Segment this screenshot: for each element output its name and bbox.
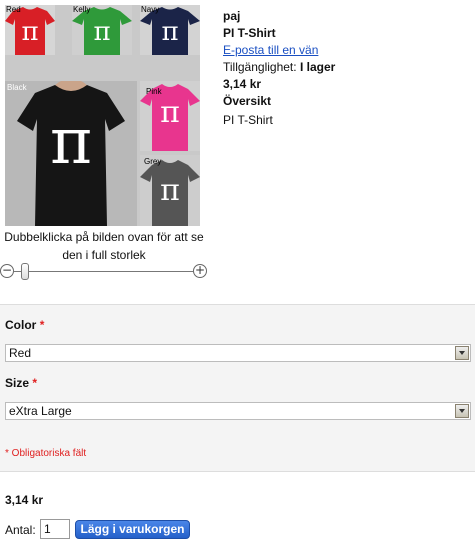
shirt-tile-black: π Black (5, 81, 137, 226)
zoom-out-icon[interactable]: − (0, 264, 14, 278)
tile-label-red: Red (6, 5, 21, 14)
availability: Tillgänglighet: I lager (223, 59, 335, 76)
pi-symbol: π (49, 105, 93, 179)
dropdown-arrow-icon[interactable] (455, 404, 469, 418)
product-name: PI T-Shirt (223, 26, 276, 40)
availability-label: Tillgänglighet: (223, 60, 297, 74)
quantity-label: Antal: (5, 523, 36, 537)
pi-symbol: π (160, 173, 180, 208)
tile-label-grey: Grey (144, 157, 162, 166)
zoom-in-icon[interactable]: + (193, 264, 207, 278)
pi-symbol: π (21, 17, 39, 47)
dropdown-arrow-icon[interactable] (455, 346, 469, 360)
required-marker: * (39, 318, 45, 332)
email-friend-link[interactable]: E-posta till en vän (223, 43, 318, 57)
overview-heading: Översikt (223, 94, 272, 108)
zoom-slider[interactable]: − + (0, 262, 210, 282)
zoom-track[interactable] (14, 271, 193, 272)
product-image[interactable]: π Red π Kelly π Navy π Black π Pink π Gr… (5, 5, 200, 226)
product-price: 3,14 kr (223, 77, 262, 91)
shirt-tile-navy: π Navy (140, 5, 200, 55)
product-brand: paj (223, 9, 241, 23)
color-label: Color * (5, 318, 44, 332)
zoom-handle[interactable] (21, 263, 29, 280)
size-label: Size * (5, 376, 37, 390)
overview-text: PI T-Shirt (223, 113, 273, 127)
add-to-cart-button[interactable]: Lägg i varukorgen (75, 520, 190, 539)
color-select[interactable]: Red (5, 344, 471, 362)
image-zoom-caption: Dubbelklicka på bilden ovan för att se d… (4, 230, 204, 262)
required-marker: * (32, 376, 38, 390)
cart-price: 3,14 kr (5, 493, 44, 507)
availability-value: I lager (299, 60, 336, 74)
color-label-text: Color (5, 318, 37, 332)
quantity-input[interactable]: 1 (40, 519, 70, 539)
shirt-tile-kelly: π Kelly (72, 5, 132, 55)
shirt-tile-pink: π Pink (140, 81, 200, 151)
product-info: paj PI T-Shirt E-posta till en vän Tillg… (223, 8, 335, 129)
shirt-tile-red: π Red (5, 5, 55, 55)
product-options: Color * Red Size * eXtra Large * Obligat… (0, 304, 475, 472)
size-label-text: Size (5, 376, 30, 390)
shirt-tile-grey: π Grey (140, 155, 200, 226)
color-select-value: Red (9, 346, 32, 360)
required-fields-note: * Obligatoriska fält (5, 448, 87, 459)
tile-label-navy: Navy (141, 5, 160, 14)
size-select[interactable]: eXtra Large (5, 402, 471, 420)
pi-symbol: π (160, 95, 180, 130)
tile-label-black: Black (7, 83, 27, 92)
tile-label-pink: Pink (146, 87, 162, 96)
pi-symbol: π (161, 17, 179, 47)
pi-symbol: π (93, 17, 111, 47)
tile-label-kelly: Kelly (73, 5, 91, 14)
size-select-value: eXtra Large (9, 404, 72, 418)
